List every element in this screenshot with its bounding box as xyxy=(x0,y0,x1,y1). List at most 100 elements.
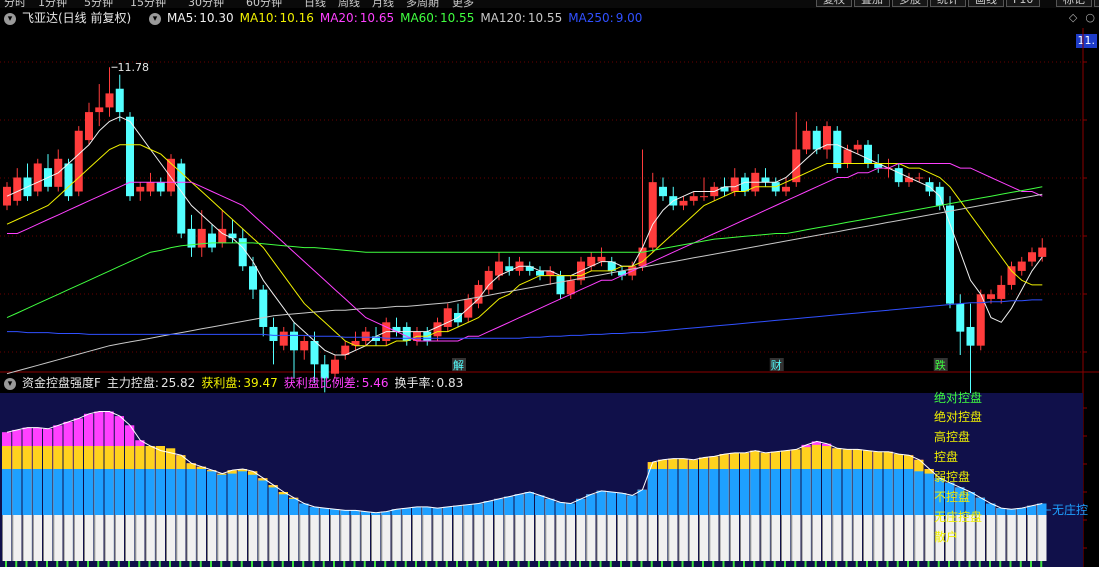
indicator-bar xyxy=(668,515,678,561)
indicator-bar-divider xyxy=(73,515,75,561)
indicator-value: 39.47 xyxy=(243,376,278,390)
candle-body xyxy=(249,266,257,290)
indicator-label: 主力控盘: xyxy=(106,376,159,390)
indicator-bar xyxy=(330,515,340,561)
indicator-bar-divider xyxy=(586,515,588,561)
indicator-bar-divider xyxy=(596,515,598,561)
indicator-bar xyxy=(176,515,186,561)
control-level-label: 绝对控盘 xyxy=(934,409,982,424)
indicator-bar-divider xyxy=(114,515,116,561)
indicator-bar-divider xyxy=(289,515,290,561)
indicator-bar xyxy=(84,515,94,561)
indicator-item: 获利盘比例差: 5.46 xyxy=(284,376,389,390)
indicator-bar xyxy=(350,515,360,561)
candle-body xyxy=(966,326,975,346)
indicator-bar xyxy=(299,515,309,561)
indicator-bar xyxy=(237,515,247,561)
indicator-bar xyxy=(1006,515,1016,561)
candle-body xyxy=(853,144,862,150)
indicator-bar xyxy=(760,515,770,561)
candle-body xyxy=(1017,261,1026,271)
indicator-bar-divider xyxy=(996,515,998,561)
candle-body xyxy=(279,331,288,346)
indicator-bar xyxy=(309,515,319,561)
candle-body xyxy=(761,177,770,183)
indicator-bar-divider xyxy=(555,515,557,561)
indicator-bar xyxy=(32,515,42,561)
indicator-bar-divider xyxy=(914,515,916,561)
indicator-bar xyxy=(125,515,135,561)
candle-body xyxy=(1038,247,1047,257)
candle-body xyxy=(700,196,708,198)
candle-body xyxy=(782,186,790,192)
indicator-bar-divider xyxy=(43,515,44,561)
candle-body xyxy=(546,270,555,276)
ma-line-ma60 xyxy=(6,186,1043,319)
candle-body xyxy=(208,233,216,248)
chart-canvas[interactable]: 11.788.99解财跌绝对控盘绝对控盘高控盘控盘弱控盘不控盘无庄控盘散户无庄控 xyxy=(0,0,1099,567)
indicator-bar xyxy=(43,515,53,561)
indicator-bar xyxy=(104,515,114,561)
candle-body xyxy=(74,130,83,192)
indicator-menu-circle-icon[interactable]: ▾ xyxy=(4,377,16,390)
indicator-bar-divider xyxy=(350,515,352,561)
indicator-bar-divider xyxy=(309,515,311,561)
indicator-bar xyxy=(401,515,411,561)
indicator-bar-divider xyxy=(442,515,444,561)
indicator-bar xyxy=(524,515,534,561)
indicator-bar-divider xyxy=(94,515,96,561)
indicator-bar-divider xyxy=(627,515,629,561)
indicator-bar-divider xyxy=(22,515,24,561)
candle-body xyxy=(310,340,319,365)
candle-body xyxy=(331,359,339,374)
indicator-bar-divider xyxy=(32,515,34,561)
indicator-bar xyxy=(371,515,381,561)
indicator-bar xyxy=(576,515,586,561)
indicator-bar xyxy=(873,515,883,561)
candle-body xyxy=(290,331,298,351)
control-level-label: 控盘 xyxy=(934,449,958,464)
indicator-bar-divider xyxy=(278,515,280,561)
indicator-bar-divider xyxy=(237,515,239,561)
side-label: 无庄控 xyxy=(1052,502,1088,517)
candle-body xyxy=(156,182,165,192)
indicator-bar-divider xyxy=(473,515,475,561)
indicator-bar xyxy=(555,515,565,561)
indicator-value: 25.82 xyxy=(160,376,196,390)
indicator-bar-divider xyxy=(360,515,362,561)
candle-body xyxy=(228,233,237,239)
candle-body xyxy=(874,163,883,169)
indicator-bar xyxy=(196,515,206,561)
high-label: 11.78 xyxy=(118,61,150,74)
indicator-bar xyxy=(863,515,873,561)
indicator-bar xyxy=(463,515,473,561)
indicator-bar xyxy=(729,515,739,561)
indicator-bar-divider xyxy=(545,515,547,561)
indicator-bar xyxy=(996,515,1006,561)
candle-body xyxy=(597,256,606,262)
indicator-bar-divider xyxy=(801,515,803,561)
indicator-bar-divider xyxy=(760,515,762,561)
indicator-bar xyxy=(227,515,237,561)
indicator-bar-divider xyxy=(924,515,926,561)
indicator-bar xyxy=(166,515,176,561)
indicator-bar xyxy=(647,515,657,561)
indicator-bar-divider xyxy=(863,515,864,561)
indicator-bar xyxy=(617,515,627,561)
candle-body xyxy=(741,177,749,192)
sub-legend: ▾ 资金控盘强度F 主力控盘: 25.82 获利盘: 39.47 获利盘比例差: 5.46 换手… xyxy=(0,374,475,392)
candle-body xyxy=(197,228,206,248)
indicator-bar-divider xyxy=(104,515,106,561)
indicator-bar xyxy=(924,515,934,561)
indicator-bar xyxy=(740,515,750,561)
candle-body xyxy=(946,205,954,304)
indicator-bar-divider xyxy=(1006,515,1008,561)
indicator-bar-divider xyxy=(524,515,526,561)
indicator-bar xyxy=(1027,515,1037,561)
indicator-bar xyxy=(268,515,278,561)
indicator-bar-divider xyxy=(268,515,270,561)
candle-body xyxy=(95,107,104,113)
candle-body xyxy=(300,340,309,351)
candle-body xyxy=(495,261,503,276)
indicator-bar xyxy=(545,515,555,561)
